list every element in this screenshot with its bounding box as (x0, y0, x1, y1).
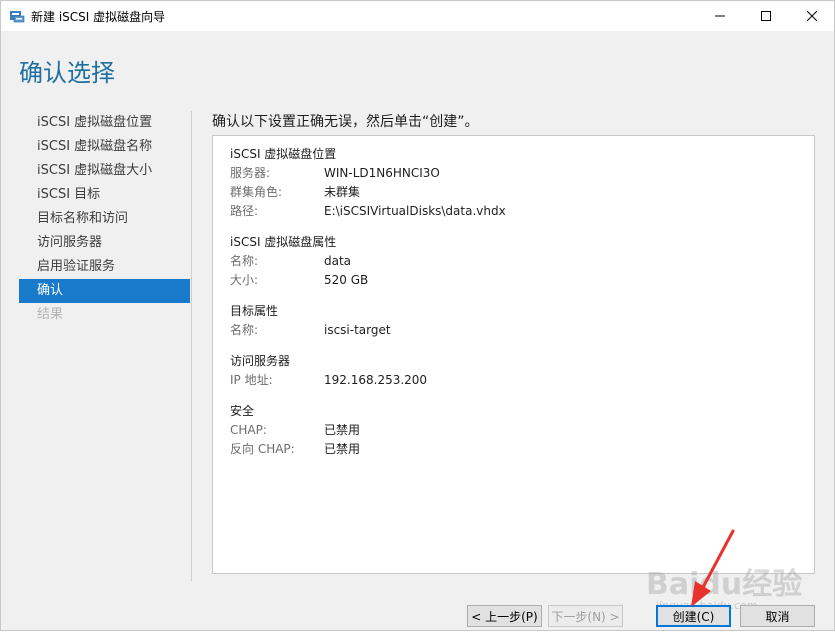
section-disk-properties: iSCSI 虚拟磁盘属性 名称: data 大小: 520 GB (230, 233, 368, 290)
row-key: 服务器: (230, 166, 271, 180)
close-button[interactable] (789, 1, 835, 31)
summary-row: IP 地址: 192.168.253.200 (230, 371, 427, 390)
section-title: 目标属性 (230, 304, 279, 318)
row-key: CHAP: (230, 423, 267, 437)
close-icon (807, 11, 817, 21)
nav-item-results: 结果 (37, 307, 64, 322)
nav-divider (191, 111, 192, 581)
section-title: 访问服务器 (230, 354, 291, 368)
summary-row: 名称: data (230, 252, 351, 271)
section-access-servers: 访问服务器 IP 地址: 192.168.253.200 (230, 352, 427, 390)
wizard-header: 确认选择 (1, 31, 834, 105)
section-disk-location: iSCSI 虚拟磁盘位置 服务器: WIN-LD1N6HNCI3O 群集角色: … (230, 145, 506, 221)
page-title: 确认选择 (19, 59, 115, 87)
summary-row: 名称: iscsi-target (230, 321, 391, 340)
maximize-icon (761, 11, 771, 21)
summary-row: 大小: 520 GB (230, 271, 368, 290)
summary-row: 群集角色: 未群集 (230, 183, 360, 202)
watermark-text: Baidu经验 (646, 567, 803, 602)
nav-item-confirmation[interactable]: 确认 (19, 279, 190, 303)
row-key: 群集角色: (230, 185, 283, 199)
instruction-text: 确认以下设置正确无误，然后单击“创建”。 (212, 114, 479, 130)
row-value: 192.168.253.200 (324, 373, 428, 387)
cancel-button[interactable]: 取消 (740, 605, 815, 627)
wizard-nav: iSCSI 虚拟磁盘位置 iSCSI 虚拟磁盘名称 iSCSI 虚拟磁盘大小 i… (19, 111, 190, 327)
nav-item-disk-size[interactable]: iSCSI 虚拟磁盘大小 (19, 159, 190, 183)
section-title: 安全 (230, 404, 255, 418)
row-key: 名称: (230, 254, 259, 268)
summary-row: CHAP: 已禁用 (230, 421, 360, 440)
row-value: 520 GB (324, 273, 369, 287)
row-value: 未群集 (324, 185, 361, 199)
window-title: 新建 iSCSI 虚拟磁盘向导 (31, 10, 166, 24)
row-key: 反向 CHAP: (230, 442, 295, 456)
nav-item-disk-name[interactable]: iSCSI 虚拟磁盘名称 (19, 135, 190, 159)
title-bar: 新建 iSCSI 虚拟磁盘向导 (1, 1, 834, 31)
summary-row: 反向 CHAP: 已禁用 (230, 440, 360, 459)
summary-row: 路径: E:\iSCSIVirtualDisks\data.vhdx (230, 202, 506, 221)
wizard-window: 新建 iSCSI 虚拟磁盘向导 确认选择 iSCSI 虚拟磁盘位置 iSCSI … (0, 0, 835, 631)
section-title: iSCSI 虚拟磁盘位置 (230, 147, 337, 161)
row-key: 名称: (230, 323, 259, 337)
summary-row: 服务器: WIN-LD1N6HNCI3O (230, 164, 440, 183)
minimize-icon (715, 15, 725, 17)
row-key: 路径: (230, 204, 259, 218)
section-target-properties: 目标属性 名称: iscsi-target (230, 302, 391, 340)
previous-button[interactable]: < 上一步(P) (467, 605, 542, 627)
nav-item-iscsi-target[interactable]: iSCSI 目标 (19, 183, 190, 207)
row-value: data (324, 254, 352, 268)
create-button[interactable]: 创建(C) (656, 605, 731, 627)
section-title: iSCSI 虚拟磁盘属性 (230, 235, 337, 249)
nav-item-disk-location[interactable]: iSCSI 虚拟磁盘位置 (19, 111, 190, 135)
nav-item-authentication[interactable]: 启用验证服务 (19, 255, 190, 279)
nav-item-target-name-access[interactable]: 目标名称和访问 (19, 207, 190, 231)
next-button: 下一步(N) > (548, 605, 623, 627)
row-value: 已禁用 (324, 423, 361, 437)
row-value: 已禁用 (324, 442, 361, 456)
summary-panel: iSCSI 虚拟磁盘位置 服务器: WIN-LD1N6HNCI3O 群集角色: … (212, 135, 815, 574)
iscsi-disk-icon (9, 8, 25, 24)
row-value: E:\iSCSIVirtualDisks\data.vhdx (324, 204, 506, 218)
minimize-button[interactable] (697, 1, 743, 31)
section-security: 安全 CHAP: 已禁用 反向 CHAP: 已禁用 (230, 402, 360, 459)
row-value: WIN-LD1N6HNCI3O (324, 166, 440, 180)
maximize-button[interactable] (743, 1, 789, 31)
nav-item-access-servers[interactable]: 访问服务器 (19, 231, 190, 255)
row-value: iscsi-target (324, 323, 391, 337)
row-key: IP 地址: (230, 373, 273, 387)
row-key: 大小: (230, 273, 259, 287)
